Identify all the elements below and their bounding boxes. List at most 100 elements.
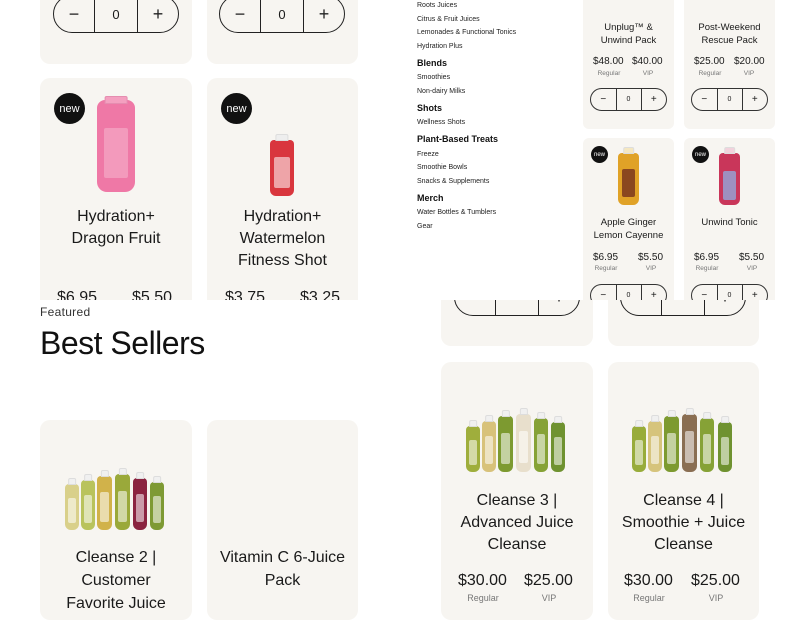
menu-item-snacks-supplements[interactable]: Snacks & Supplements <box>417 178 489 185</box>
regular-price: $6.95 <box>694 252 720 263</box>
menu-heading-plant-based-treats[interactable]: Plant-Based Treats <box>417 134 498 144</box>
regular-price: $25.00 <box>694 56 725 67</box>
upper-products-viewport: new Hydration+ Dragon Fruit $6.95 $5.50 … <box>0 0 400 300</box>
quantity-value[interactable]: 0 <box>716 285 743 300</box>
menu-item-smoothie-bowls[interactable]: Smoothie Bowls <box>417 164 467 171</box>
menu-item-citrus-fruit-juices[interactable]: Citrus & Fruit Juices <box>417 16 480 23</box>
menu-product-card-post-weekend[interactable]: Post-Weekend Rescue Pack $25.00 $20.00 R… <box>684 0 775 129</box>
regular-label: Regular <box>698 70 722 77</box>
product-card-cleanse-3[interactable]: Cleanse 3 | Advanced Juice Cleanse $30.0… <box>441 362 593 620</box>
regular-label: Regular <box>467 593 499 603</box>
product-name-line: Rescue Pack <box>701 35 758 46</box>
product-name-line: Unwind Tonic <box>701 217 758 228</box>
regular-price: $48.00 <box>593 56 624 67</box>
new-badge: new <box>221 93 252 124</box>
product-name-line: Hydration+ <box>77 208 155 225</box>
vip-price: $5.50 <box>132 289 173 300</box>
decrement-button[interactable]: − <box>692 89 717 110</box>
product-card-cleanse-2[interactable]: Cleanse 2 | Customer Favorite Juice <box>40 420 192 620</box>
menu-heading-shots[interactable]: Shots <box>417 103 442 113</box>
quantity-value[interactable]: 0 <box>615 285 642 300</box>
vip-label: VIP <box>645 265 657 272</box>
product-name-line: Hydration+ <box>243 208 322 225</box>
menu-heading-merch[interactable]: Merch <box>417 193 444 203</box>
menu-item-smoothies[interactable]: Smoothies <box>417 74 450 81</box>
vip-price: $5.50 <box>638 252 664 263</box>
vip-label: VIP <box>746 265 758 272</box>
decrement-button[interactable]: − <box>692 285 717 300</box>
product-name-line: Watermelon <box>239 230 326 247</box>
section-title: Best Sellers <box>40 325 205 361</box>
menu-item-lemonades-tonics[interactable]: Lemonades & Functional Tonics <box>417 29 516 36</box>
vip-label: VIP <box>743 70 755 77</box>
product-name-line: Cleanse 4 | <box>643 492 724 509</box>
product-name-line: Vitamin C 6-Juice <box>219 549 346 566</box>
product-card-hydration-watermelon[interactable]: new Hydration+ Watermelon Fitness Shot $… <box>207 78 358 300</box>
increment-button[interactable]: + <box>642 285 667 300</box>
new-badge: new <box>591 146 608 163</box>
decrement-button[interactable]: − <box>591 285 616 300</box>
product-image <box>466 408 568 474</box>
regular-price: $30.00 <box>458 572 507 589</box>
vip-label: VIP <box>541 593 557 603</box>
quantity-stepper[interactable]: − 0 + <box>691 284 768 300</box>
vip-label: VIP <box>708 593 724 603</box>
mega-menu-links: Roots Juices Citrus & Fruit Juices Lemon… <box>400 0 582 300</box>
vip-price: $3.25 <box>300 289 341 300</box>
product-name-line: Post-Weekend <box>698 22 761 33</box>
product-name-line: Cleanse <box>654 536 713 553</box>
product-name-line: Cleanse 3 | <box>476 492 558 509</box>
product-image <box>65 468 167 532</box>
menu-item-freeze[interactable]: Freeze <box>417 151 439 158</box>
quantity-stepper[interactable]: − 0 + <box>691 88 768 111</box>
decrement-button[interactable]: − <box>591 89 616 110</box>
vip-price: $25.00 <box>524 572 573 589</box>
quantity-stepper[interactable]: − 0 + <box>590 88 667 111</box>
product-card-hydration-dragon-fruit[interactable]: new Hydration+ Dragon Fruit $6.95 $5.50 <box>40 78 192 300</box>
menu-product-card-unplug-unwind[interactable]: Unplug™ & Unwind Pack $48.00 $40.00 Regu… <box>583 0 674 129</box>
regular-label: Regular <box>695 265 719 272</box>
quantity-value[interactable]: 0 <box>615 89 642 110</box>
menu-item-roots-juices[interactable]: Roots Juices <box>417 2 457 9</box>
increment-button[interactable]: + <box>743 285 768 300</box>
section-eyebrow: Featured <box>40 305 91 319</box>
product-name-line: Customer <box>81 572 151 589</box>
quantity-stepper[interactable]: − 0 + <box>590 284 667 300</box>
product-image <box>97 96 135 192</box>
vip-price: $40.00 <box>632 56 663 67</box>
vip-price: $25.00 <box>691 572 740 589</box>
menu-item-hydration-plus[interactable]: Hydration Plus <box>417 43 463 50</box>
regular-price: $30.00 <box>624 572 673 589</box>
product-name-line: Apple Ginger <box>600 217 657 228</box>
quantity-value[interactable]: 0 <box>716 89 743 110</box>
menu-product-card-unwind-tonic[interactable]: new Unwind Tonic $6.95 $5.50 Regular VIP… <box>684 138 775 300</box>
product-card-cleanse-4[interactable]: Cleanse 4 | Smoothie + Juice Cleanse $30… <box>608 362 759 620</box>
product-name-line: Favorite Juice <box>66 595 166 612</box>
vip-price: $20.00 <box>734 56 765 67</box>
new-badge: new <box>692 146 709 163</box>
regular-label: Regular <box>597 70 621 77</box>
new-badge: new <box>54 93 85 124</box>
product-image <box>618 147 639 205</box>
product-image <box>270 134 294 196</box>
increment-button[interactable]: + <box>642 89 667 110</box>
menu-heading-blends[interactable]: Blends <box>417 58 447 68</box>
product-name-line: Cleanse 2 | <box>75 549 157 566</box>
menu-item-gear[interactable]: Gear <box>417 223 433 230</box>
vip-label: VIP <box>642 70 654 77</box>
menu-product-card-apple-ginger[interactable]: new Apple Ginger Lemon Cayenne $6.95 $5.… <box>583 138 674 300</box>
product-name-line: Cleanse <box>487 536 547 553</box>
product-name-line: Pack <box>264 572 301 589</box>
product-name-line: Smoothie + Juice <box>621 514 746 531</box>
menu-item-water-bottles[interactable]: Water Bottles & Tumblers <box>417 209 496 216</box>
product-card-vitamin-c-pack[interactable]: Vitamin C 6-Juice Pack <box>207 420 358 620</box>
product-image <box>632 408 736 474</box>
regular-label: Regular <box>594 265 618 272</box>
product-name-line: Fitness Shot <box>238 252 327 269</box>
menu-item-wellness-shots[interactable]: Wellness Shots <box>417 119 465 126</box>
increment-button[interactable]: + <box>743 89 768 110</box>
product-name-line: Dragon Fruit <box>71 230 161 247</box>
menu-item-non-dairy-milks[interactable]: Non-dairy Milks <box>417 88 465 95</box>
product-name-line: Advanced Juice <box>460 514 574 531</box>
regular-price: $6.95 <box>593 252 619 263</box>
